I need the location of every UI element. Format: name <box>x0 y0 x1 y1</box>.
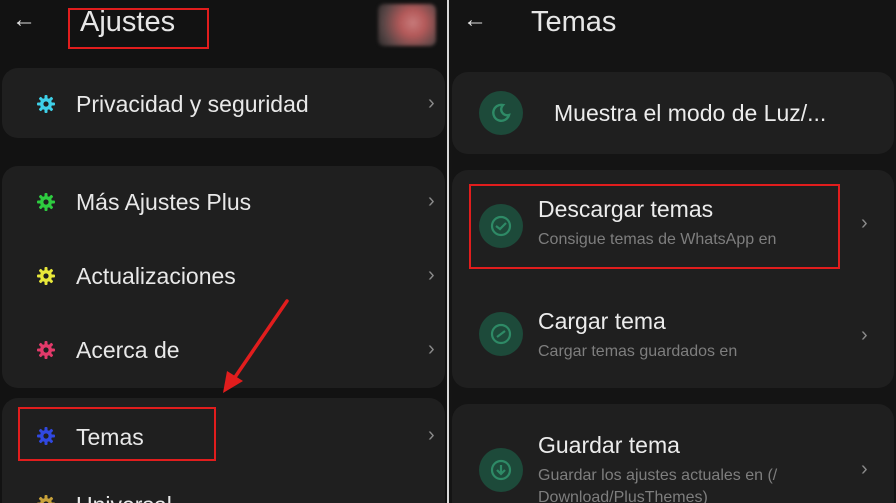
settings-item-label: Universal <box>76 492 172 503</box>
theme-item-title: Cargar tema <box>538 308 666 334</box>
chevron-right-icon: › <box>428 338 435 360</box>
download-highlight-box <box>469 184 840 269</box>
gear-icon <box>36 340 56 360</box>
gear-icon <box>36 192 56 212</box>
settings-item-privacy[interactable]: Privacidad y seguridad › <box>0 68 447 138</box>
settings-item-label: Acerca de <box>76 337 180 363</box>
settings-panel: ← Ajustes Privacidad y seguridad › Más A… <box>0 0 447 503</box>
settings-item-more-plus[interactable]: Más Ajustes Plus › <box>0 166 447 240</box>
gear-icon <box>36 94 56 114</box>
theme-item-subtitle: Cargar temas guardados en <box>538 343 738 360</box>
chevron-right-icon: › <box>861 324 868 346</box>
theme-item-subtitle: Guardar los ajustes actuales en (/ <box>538 467 778 484</box>
gear-icon <box>36 266 56 286</box>
themes-highlight-box <box>18 407 216 461</box>
themes-panel: ← Temas Muestra el modo de Luz/... Desca… <box>449 0 896 503</box>
chevron-right-icon: › <box>861 212 868 234</box>
top-bar: ← Temas <box>449 0 896 58</box>
chevron-right-icon: › <box>428 264 435 286</box>
theme-item-subtitle-line2: Download/PlusThemes) <box>538 489 708 503</box>
page-title: Temas <box>531 6 617 38</box>
red-arrow-icon <box>223 299 289 393</box>
settings-item-label: Actualizaciones <box>76 263 236 289</box>
theme-mode-item[interactable]: Muestra el modo de Luz/... <box>449 72 896 154</box>
title-highlight-box <box>68 8 209 49</box>
theme-item-title: Guardar tema <box>538 432 680 458</box>
settings-item-label: Privacidad y seguridad <box>76 91 309 117</box>
back-arrow-icon[interactable]: ← <box>12 6 36 34</box>
chevron-right-icon: › <box>428 92 435 114</box>
chevron-right-icon: › <box>428 424 435 446</box>
settings-item-label: Más Ajustes Plus <box>76 189 252 215</box>
theme-item-save[interactable]: Guardar tema Guardar los ajustes actuale… <box>449 420 896 503</box>
save-theme-icon <box>479 448 523 492</box>
moon-icon <box>479 91 523 135</box>
settings-item-universal[interactable]: Universal <box>0 476 447 503</box>
theme-item-load[interactable]: Cargar tema Cargar temas guardados en › <box>449 296 896 382</box>
back-arrow-icon[interactable]: ← <box>463 6 487 34</box>
chevron-right-icon: › <box>428 190 435 212</box>
chevron-right-icon: › <box>861 458 868 480</box>
gear-icon <box>36 494 56 503</box>
theme-mode-label: Muestra el modo de Luz/... <box>554 100 827 126</box>
avatar[interactable] <box>378 4 436 46</box>
load-theme-icon <box>479 312 523 356</box>
